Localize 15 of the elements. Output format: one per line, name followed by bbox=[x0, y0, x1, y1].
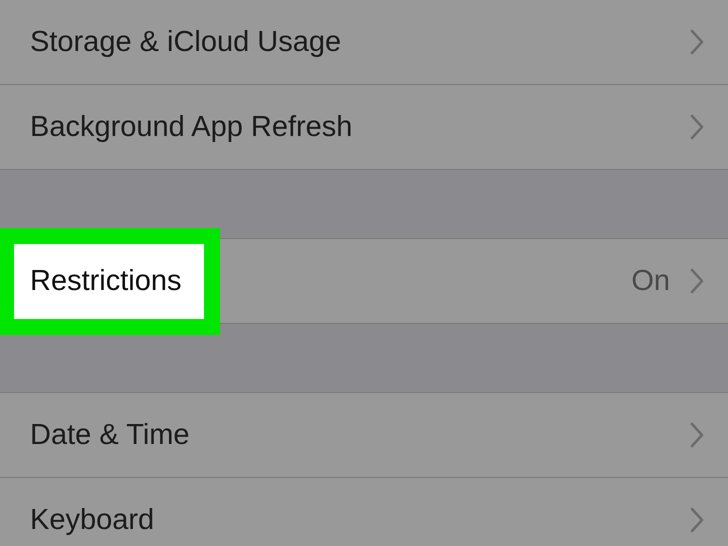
chevron-icon bbox=[690, 422, 704, 448]
row-label: Date & Time bbox=[30, 418, 191, 452]
chevron-icon bbox=[690, 29, 704, 55]
chevron-icon bbox=[690, 507, 704, 533]
row-label: Keyboard bbox=[30, 504, 156, 536]
settings-row[interactable]: Storage & iCloud Usage bbox=[0, 0, 728, 85]
settings-row[interactable]: Date & Time bbox=[0, 393, 728, 478]
row-label: Storage & iCloud Usage bbox=[30, 26, 342, 58]
chevron-icon bbox=[690, 268, 704, 294]
row-label: Restrictions bbox=[14, 244, 204, 318]
row-value: On bbox=[631, 264, 670, 298]
row-label: Background App Refresh bbox=[30, 110, 354, 144]
settings-row[interactable]: Background App Refresh bbox=[0, 85, 728, 170]
chevron-icon bbox=[690, 114, 704, 140]
settings-row[interactable]: Keyboard bbox=[0, 478, 728, 546]
